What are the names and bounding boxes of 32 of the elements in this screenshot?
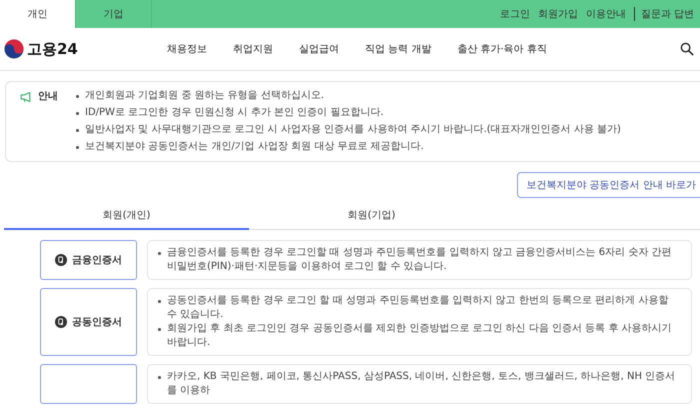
notice-text: 일반사업자 및 사무대행기관으로 로그인 시 사업자용 인증서를 사용하여 주시기 바랍니다.(대표자개인인증서 사용 불가) [85,123,621,137]
nav-menu-item[interactable]: 실업급여 [286,42,352,56]
megaphone-icon [20,91,33,103]
nav-menu-item[interactable]: 채용정보 [154,42,220,56]
utility-link[interactable]: 로그인 [500,7,530,21]
member-type-tab[interactable]: 회원(기업) [249,204,494,229]
notice-text: ID/PW로 로그인한 경우 민원신청 시 추가 본인 인증이 필요합니다. [85,106,384,120]
member-type-tab[interactable]: 회원(개인) [4,204,249,230]
search-icon[interactable] [680,42,694,56]
utility-link[interactable]: 이용안내 [586,7,626,21]
nav-menu-item[interactable]: 출산 휴가·육아 휴직 [444,42,560,56]
nav-menu-item[interactable]: 직업 능력 개발 [352,42,444,56]
certificate-login-button[interactable]: 금융인증서 [40,240,137,280]
notice-text: 개인회원과 기업회원 중 원하는 유형을 선택하십시오. [85,89,324,103]
certificate-login-button[interactable]: 공동인증서 [40,288,137,356]
description-text: 회원가입 후 최초 로그인인 경우 공동인증서를 제외한 인증방법으로 로그인 하신 다음 인증서 등록 후 사용하시기바랍니다. [167,322,673,350]
certificate-guide-button[interactable]: 보건복지분야 공동인증서 안내 바로가 [517,172,700,198]
login-option-button[interactable] [40,364,137,404]
audience-tab[interactable]: 기업 [76,0,152,28]
certificate-icon [55,254,67,266]
description-text: 금융인증서를 등록한 경우 로그인할 때 성명과 주민등록번호를 입력하지 않고 금융인증서비스는 6자리 숫자 간편비밀번호(PIN)·패턴·지문등을 이용하여 로그인 할 수 있습니다. [167,246,673,274]
site-logo[interactable]: 고용24 [27,40,78,58]
nav-menu-item[interactable]: 취업지원 [220,42,286,56]
utility-link[interactable]: 회원가입 [538,7,578,21]
utility-link[interactable]: 질문과 답변 [634,7,694,21]
description-text: 공동인증서를 등록한 경우 로그인 할 때 성명과 주민등록번호를 입력하지 않고 한번의 등록으로 편리하게 사용할 수 있습니다. [167,294,670,322]
description-text: 카카오, KB 국민은행, 페이코, 통신사PASS, 삼성PASS, 네이버, 신한은행, 토스, 뱅크샐러드, 하나은행, NH 인증서를 이용하 [167,370,676,398]
notice-label: 안내 [38,90,58,103]
certificate-icon [55,316,67,328]
emblem-icon [4,39,24,59]
notice-text: 보건복지분야 공동인증서는 개인/기업 사업장 회원 대상 무료로 제공합니다. [85,140,424,154]
audience-tab[interactable]: 개인 [0,0,76,28]
